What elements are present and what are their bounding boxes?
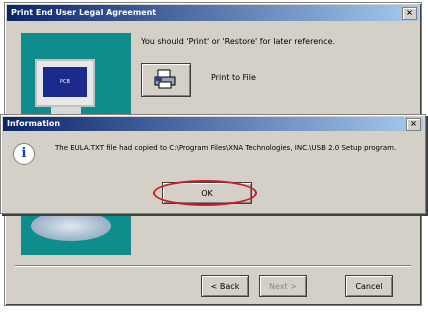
dialog-message: The EULA.TXT file had copied to C:\Progr… — [55, 144, 397, 152]
information-dialog: Information × i The EULA.TXT file had co… — [0, 114, 426, 214]
window-title: Print End User Legal Agreement — [11, 8, 157, 17]
dialog-title: Information — [7, 119, 61, 128]
cancel-button[interactable]: Cancel — [345, 275, 393, 297]
footer-divider — [15, 265, 411, 267]
window-close-button[interactable]: × — [402, 7, 417, 20]
instruction-text: You should 'Print' or 'Restore' for late… — [141, 37, 336, 46]
disc-icon — [31, 211, 111, 241]
dialog-close-button[interactable]: × — [406, 118, 421, 131]
dialog-titlebar: Information × — [3, 117, 423, 131]
info-icon: i — [13, 143, 35, 165]
window-titlebar: Print End User Legal Agreement × — [7, 5, 419, 21]
monitor-icon: PCB — [35, 59, 95, 107]
back-button[interactable]: < Back — [201, 275, 249, 297]
print-to-file-label: Print to File — [211, 73, 256, 82]
monitor-screen: PCB — [43, 67, 87, 97]
ok-button[interactable]: OK — [162, 182, 252, 204]
printer-icon — [154, 69, 176, 89]
next-button[interactable]: Next > — [259, 275, 307, 297]
print-to-file-button[interactable] — [141, 63, 191, 97]
